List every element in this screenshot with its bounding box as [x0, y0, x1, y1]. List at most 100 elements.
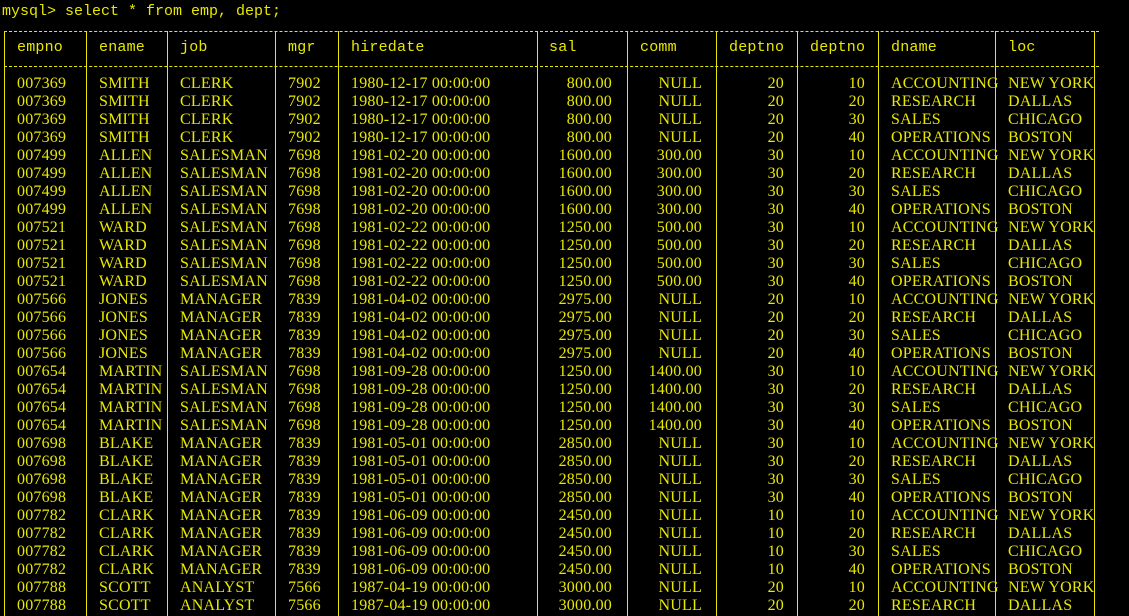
- cell-dname: OPERATIONS: [891, 489, 991, 506]
- cell-dname: SALES: [891, 183, 941, 200]
- column-header-comm: comm: [640, 39, 677, 56]
- cell-hiredate: 1981-06-09 00:00:00: [351, 525, 491, 542]
- cell-deptno: 20: [767, 327, 784, 344]
- cell-dname: ACCOUNTING: [891, 579, 999, 596]
- cell-empno: 007499: [17, 147, 67, 164]
- cell-loc: CHICAGO: [1008, 255, 1083, 272]
- cell-ename: JONES: [99, 309, 149, 326]
- terminal-window[interactable]: mysql> select * from emp, dept; empno en…: [0, 0, 1129, 616]
- cell-comm: NULL: [658, 327, 702, 344]
- cell-deptno: 30: [767, 183, 784, 200]
- cell-deptno: 20: [767, 291, 784, 308]
- table-row: 007369 SMITH CLERK 7902 1980-12-17 00:00:00 8…: [0, 93, 1129, 111]
- cell-mgr: 7839: [288, 561, 321, 578]
- cell-hiredate: 1981-04-02 00:00:00: [351, 345, 491, 362]
- cell-empno: 007369: [17, 93, 67, 110]
- cell-loc: BOSTON: [1008, 129, 1073, 146]
- cell-job: ANALYST: [180, 579, 255, 596]
- cell-job: CLERK: [180, 93, 234, 110]
- cell-comm: 300.00: [656, 147, 702, 164]
- table-row: 007654 MARTIN SALESMAN 7698 1981-09-28 00:00…: [0, 399, 1129, 417]
- cell-deptno: 20: [848, 597, 865, 614]
- cell-dname: SALES: [891, 399, 941, 416]
- cell-ename: WARD: [99, 255, 147, 272]
- cell-comm: NULL: [658, 435, 702, 452]
- cell-mgr: 7698: [288, 273, 321, 290]
- cell-deptno: 20: [848, 93, 865, 110]
- cell-hiredate: 1981-06-09 00:00:00: [351, 507, 491, 524]
- cell-deptno: 30: [767, 255, 784, 272]
- cell-ename: JONES: [99, 291, 149, 308]
- cell-hiredate: 1980-12-17 00:00:00: [351, 111, 491, 128]
- cell-comm: NULL: [658, 129, 702, 146]
- cell-empno: 007499: [17, 183, 67, 200]
- cell-loc: CHICAGO: [1008, 399, 1083, 416]
- cell-job: SALESMAN: [180, 255, 268, 272]
- cell-job: MANAGER: [180, 345, 263, 362]
- cell-loc: BOSTON: [1008, 273, 1073, 290]
- cell-deptno: 30: [848, 111, 865, 128]
- cell-loc: CHICAGO: [1008, 183, 1083, 200]
- cell-sal: 2975.00: [558, 291, 612, 308]
- cell-empno: 007654: [17, 381, 67, 398]
- cell-dname: RESEARCH: [891, 165, 977, 182]
- cell-deptno: 30: [767, 381, 784, 398]
- table-row: 007369 SMITH CLERK 7902 1980-12-17 00:00:00 8…: [0, 75, 1129, 93]
- cell-deptno: 10: [848, 291, 865, 308]
- table-row: 007499 ALLEN SALESMAN 7698 1981-02-20 00:00:…: [0, 165, 1129, 183]
- cell-sal: 1250.00: [558, 363, 612, 380]
- cell-mgr: 7902: [288, 111, 321, 128]
- cell-dname: SALES: [891, 255, 941, 272]
- cell-deptno: 20: [767, 93, 784, 110]
- cell-loc: DALLAS: [1008, 453, 1073, 470]
- cell-deptno: 30: [848, 255, 865, 272]
- cell-ename: BLAKE: [99, 489, 154, 506]
- cell-deptno: 20: [767, 597, 784, 614]
- cell-sal: 1600.00: [558, 165, 612, 182]
- cell-hiredate: 1981-02-22 00:00:00: [351, 219, 491, 236]
- table-row: 007698 BLAKE MANAGER 7839 1981-05-01 00:00:0…: [0, 435, 1129, 453]
- cell-hiredate: 1981-02-20 00:00:00: [351, 201, 491, 218]
- cell-job: CLERK: [180, 111, 234, 128]
- cell-dname: SALES: [891, 111, 941, 128]
- cell-dname: ACCOUNTING: [891, 75, 999, 92]
- cell-empno: 007521: [17, 255, 67, 272]
- cell-sal: 800.00: [566, 75, 612, 92]
- cell-loc: CHICAGO: [1008, 471, 1083, 488]
- table-row: 007788 SCOTT ANALYST 7566 1987-04-19 00:00:0…: [0, 579, 1129, 597]
- cell-empno: 007521: [17, 237, 67, 254]
- cell-deptno: 40: [848, 345, 865, 362]
- cell-empno: 007698: [17, 471, 67, 488]
- cell-sal: 1250.00: [558, 237, 612, 254]
- cell-ename: SMITH: [99, 93, 150, 110]
- cell-comm: NULL: [658, 453, 702, 470]
- cell-deptno: 20: [848, 165, 865, 182]
- cell-deptno: 40: [848, 417, 865, 434]
- cell-loc: DALLAS: [1008, 381, 1073, 398]
- command-prompt: mysql> select * from emp, dept;: [2, 3, 282, 20]
- cell-empno: 007782: [17, 525, 67, 542]
- cell-deptno: 30: [848, 543, 865, 560]
- cell-loc: DALLAS: [1008, 525, 1073, 542]
- cell-deptno: 30: [767, 453, 784, 470]
- cell-deptno: 30: [767, 219, 784, 236]
- cell-hiredate: 1981-09-28 00:00:00: [351, 399, 491, 416]
- cell-sal: 2850.00: [558, 489, 612, 506]
- table-row: 007521 WARD SALESMAN 7698 1981-02-22 00:00:0…: [0, 255, 1129, 273]
- cell-mgr: 7698: [288, 399, 321, 416]
- cell-comm: 500.00: [656, 237, 702, 254]
- cell-ename: SMITH: [99, 111, 150, 128]
- table-row: 007782 CLARK MANAGER 7839 1981-06-09 00:00:0…: [0, 543, 1129, 561]
- cell-dname: RESEARCH: [891, 381, 977, 398]
- cell-loc: NEW YORK: [1008, 507, 1095, 524]
- cell-sal: 1250.00: [558, 219, 612, 236]
- cell-sal: 2975.00: [558, 327, 612, 344]
- cell-mgr: 7839: [288, 345, 321, 362]
- cell-empno: 007566: [17, 345, 67, 362]
- cell-sal: 1600.00: [558, 183, 612, 200]
- table-row: 007782 CLARK MANAGER 7839 1981-06-09 00:00:0…: [0, 507, 1129, 525]
- cell-empno: 007499: [17, 165, 67, 182]
- cell-ename: SMITH: [99, 75, 150, 92]
- cell-deptno: 30: [848, 399, 865, 416]
- cell-ename: MARTIN: [99, 381, 163, 398]
